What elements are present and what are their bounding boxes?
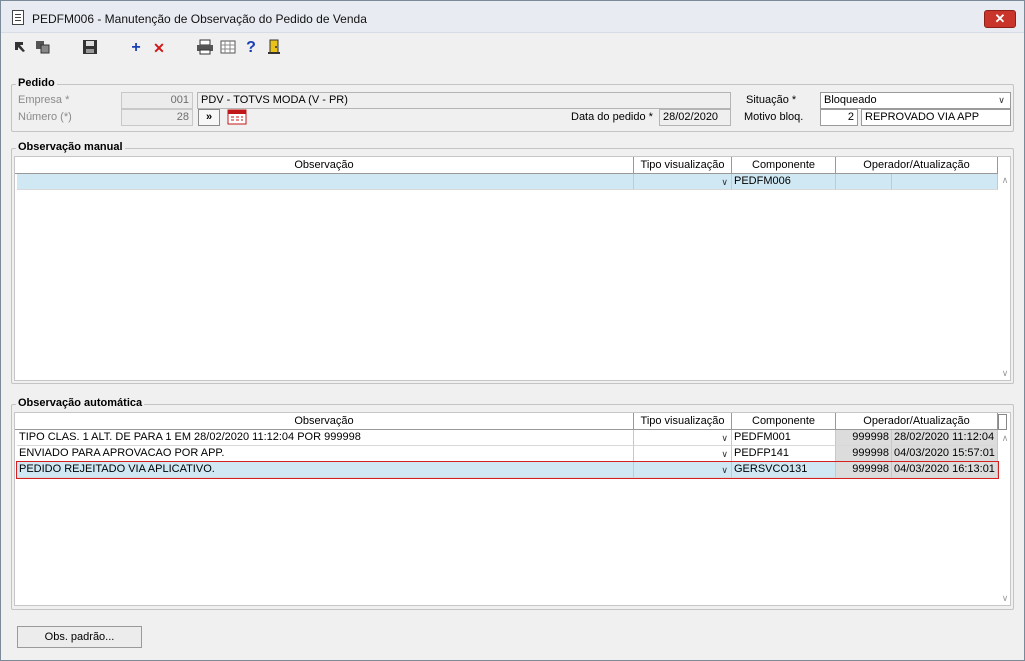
delete-icon[interactable]: ✕ [150,39,168,57]
observacao-cell[interactable] [17,174,634,190]
motivo-label: Motivo bloq. [744,111,804,123]
nav-first-icon[interactable] [13,39,31,57]
situacao-select[interactable]: Bloqueado ∨ [820,92,1011,109]
toolbar: + ✕ ? [1,34,1024,62]
column-resize-handle[interactable] [998,414,1007,430]
title-bar: PEDFM006 - Manutenção de Observação do P… [1,1,1024,33]
chevron-down-icon[interactable]: ∨ [721,447,728,461]
empresa-name-field: PDV - TOTVS MODA (V - PR) [197,92,731,109]
tipo-cell[interactable]: ∨ [634,446,732,462]
column-header[interactable]: Tipo visualização [634,413,732,430]
chevron-down-icon[interactable]: ∨ [995,94,1008,107]
scroll-up-icon[interactable]: ∧ [999,174,1010,186]
tipo-cell[interactable]: ∨ [634,174,732,190]
numero-field: 28 [121,109,193,126]
motivo-desc-field: REPROVADO VIA APP [861,109,1011,126]
app-window: PEDFM006 - Manutenção de Observação do P… [0,0,1025,661]
atualizacao-cell [892,174,998,190]
column-header[interactable]: Operador/Atualização [836,413,998,430]
tipo-cell[interactable]: ∨ [634,430,732,446]
numero-label: Número (*) [18,111,72,123]
calendar-icon[interactable] [227,109,247,125]
column-header[interactable]: Observação [15,157,634,174]
scroll-down-icon[interactable]: ∨ [999,592,1010,604]
observacao-cell[interactable]: PEDIDO REJEITADO VIA APLICATIVO. [17,462,634,478]
empresa-label: Empresa * [18,94,70,106]
column-header[interactable]: Componente [732,413,836,430]
motivo-code-field[interactable]: 2 [820,109,858,126]
situacao-value: Bloqueado [824,94,877,106]
chevron-down-icon[interactable]: ∨ [721,175,728,189]
situacao-label: Situação * [746,94,797,106]
data-pedido-field: 28/02/2020 [659,109,731,126]
exit-icon[interactable] [266,39,284,57]
componente-cell: PEDFM001 [732,430,836,446]
automatica-legend: Observação automática [16,397,145,409]
print-icon[interactable] [196,39,214,57]
next-button[interactable]: » [198,109,220,126]
table-row[interactable]: TIPO CLAS. 1 ALT. DE PARA 1 EM 28/02/202… [17,430,998,446]
scroll-up-icon[interactable]: ∧ [999,432,1010,444]
manual-grid: Observação Tipo visualização Componente … [14,156,1011,381]
document-icon [12,10,24,25]
window-title: PEDFM006 - Manutenção de Observação do P… [32,12,367,26]
tipo-cell[interactable]: ∨ [634,462,732,478]
atualizacao-cell: 28/02/2020 11:12:04 [892,430,998,446]
grid-icon[interactable] [220,39,238,57]
componente-cell: PEDFM006 [732,174,836,190]
empresa-code-field: 001 [121,92,193,109]
help-icon[interactable]: ? [242,39,260,57]
table-row[interactable]: ENVIADO PARA APROVACAO POR APP. ∨ PEDFP1… [17,446,998,462]
table-row-selected[interactable]: PEDIDO REJEITADO VIA APLICATIVO. ∨ GERSV… [16,461,999,479]
operador-cell: 999998 [836,430,892,446]
operador-cell: 999998 [836,446,892,462]
chevron-down-icon[interactable]: ∨ [721,463,728,477]
nav-copy-icon[interactable] [35,39,53,57]
componente-cell: PEDFP141 [732,446,836,462]
column-header[interactable]: Observação [15,413,634,430]
operador-cell [836,174,892,190]
column-header[interactable]: Tipo visualização [634,157,732,174]
manual-legend: Observação manual [16,141,125,153]
data-pedido-label: Data do pedido * [571,111,653,123]
operador-cell: 999998 [836,462,892,478]
observacao-cell[interactable]: TIPO CLAS. 1 ALT. DE PARA 1 EM 28/02/202… [17,430,634,446]
atualizacao-cell: 04/03/2020 15:57:01 [892,446,998,462]
close-button[interactable]: ✕ [984,10,1016,28]
chevron-down-icon[interactable]: ∨ [721,431,728,445]
column-header[interactable]: Componente [732,157,836,174]
componente-cell: GERSVCO131 [732,462,836,478]
obs-padrao-button[interactable]: Obs. padrão... [17,626,142,648]
save-icon[interactable] [82,39,100,57]
automatica-grid: Observação Tipo visualização Componente … [14,412,1011,606]
observacao-cell[interactable]: ENVIADO PARA APROVACAO POR APP. [17,446,634,462]
column-header[interactable]: Operador/Atualização [836,157,998,174]
add-icon[interactable]: + [127,39,145,57]
atualizacao-cell: 04/03/2020 16:13:01 [892,462,998,478]
scroll-down-icon[interactable]: ∨ [999,367,1010,379]
table-row[interactable]: ∨ PEDFM006 [17,174,998,190]
pedido-legend: Pedido [16,77,57,89]
